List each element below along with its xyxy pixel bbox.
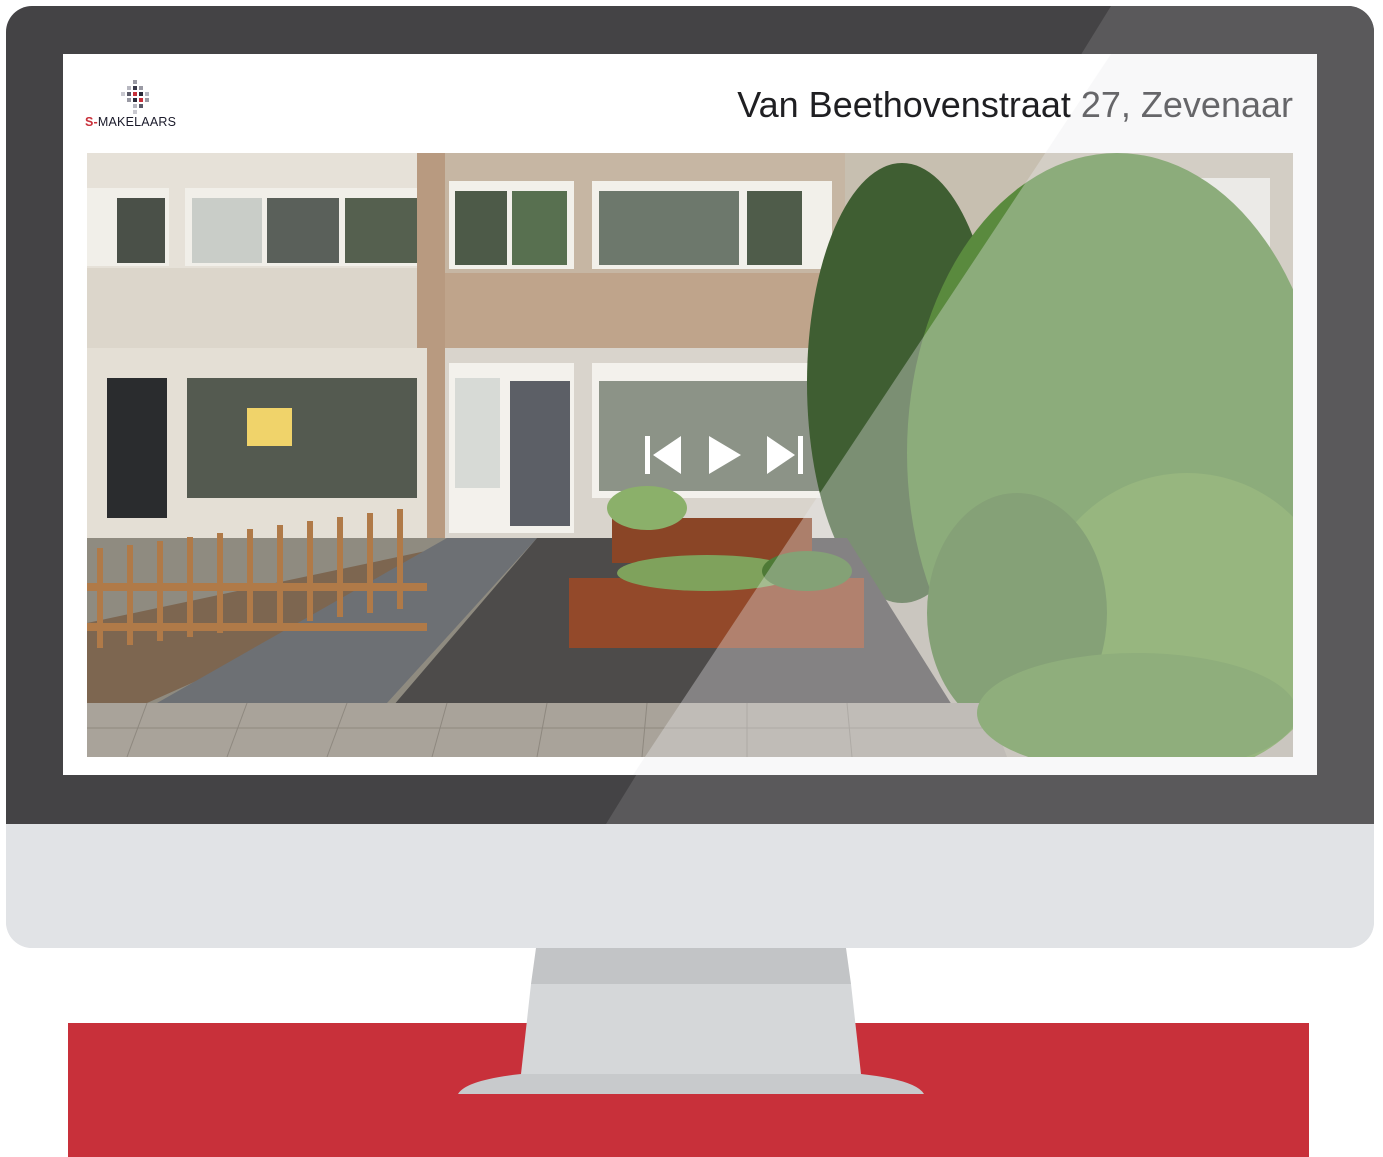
- property-address-title: Van Beethovenstraat 27, Zevenaar: [737, 84, 1293, 125]
- logo-wordmark: S-MAKELAARS: [85, 115, 177, 129]
- play-icon[interactable]: [707, 434, 743, 476]
- monitor-chin: [6, 824, 1374, 948]
- monitor-screen: S-MAKELAARS Van Beethovenstraat 27, Zeve…: [63, 54, 1317, 775]
- monitor-frame: S-MAKELAARS Van Beethovenstraat 27, Zeve…: [6, 6, 1374, 948]
- house-front-photo: [87, 153, 1293, 757]
- skip-forward-icon[interactable]: [763, 434, 805, 476]
- skip-back-icon[interactable]: [643, 434, 685, 476]
- brand-logo[interactable]: S-MAKELAARS: [85, 78, 195, 134]
- slideshow-controls: [643, 434, 811, 476]
- pixel-grid-logo-icon: [121, 80, 149, 114]
- monitor-stand: [458, 948, 924, 1094]
